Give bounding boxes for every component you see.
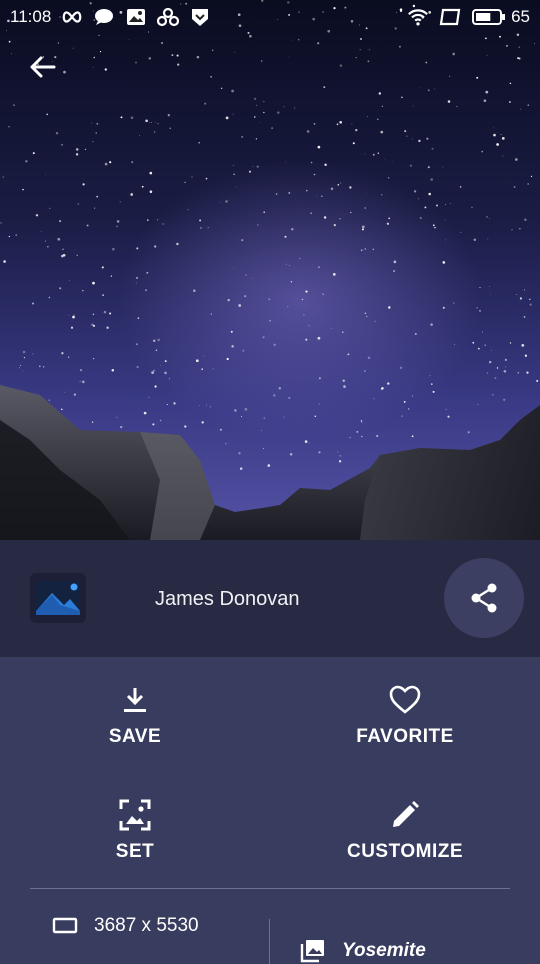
wallpaper-icon [117,797,153,833]
shield-icon [189,6,211,28]
author-bar: James Donovan [0,540,540,657]
save-button[interactable]: SAVE [20,682,250,772]
screen-icon [439,6,461,28]
battery-level: 65 [511,7,530,26]
customize-button[interactable]: CUSTOMIZE [290,797,520,887]
author-name[interactable]: James Donovan [155,588,300,611]
resolution-value: 3687 x 5530 [94,915,199,936]
pencil-icon [387,797,423,833]
battery-icon [471,6,507,28]
set-label: SET [115,841,155,862]
download-icon [117,682,153,718]
chat-bubble-icon [93,6,115,28]
resolution-info: 3687 x 5530 [52,915,199,937]
arrow-back-icon [30,56,56,78]
wallpaper-image [0,0,540,540]
aspect-ratio-icon [52,917,78,934]
actions-panel: SAVE FAVORITE SET CUSTOMIZE 3687 x 5530 … [0,657,540,964]
location-info[interactable]: Yosemite [300,939,426,963]
location-value: Yosemite [342,940,426,961]
customize-label: CUSTOMIZE [346,841,464,862]
link-icon [157,6,180,28]
share-icon [471,583,497,613]
status-bar: 11:08 65 [0,0,540,34]
collections-icon [300,940,324,963]
favorite-button[interactable]: FAVORITE [290,682,520,772]
divider [30,888,510,889]
clock: 11:08 [10,7,52,26]
infinity-icon [61,6,83,28]
favorite-label: FAVORITE [356,726,454,747]
heart-icon [387,682,423,718]
image-icon [125,6,147,28]
app-logo-icon [30,573,86,623]
back-button[interactable] [22,50,62,84]
save-label: SAVE [108,726,162,747]
set-wallpaper-button[interactable]: SET [20,797,250,887]
wifi-icon [407,6,429,28]
mountain-silhouette [0,385,540,540]
info-divider [269,919,270,964]
share-button[interactable] [444,558,524,638]
